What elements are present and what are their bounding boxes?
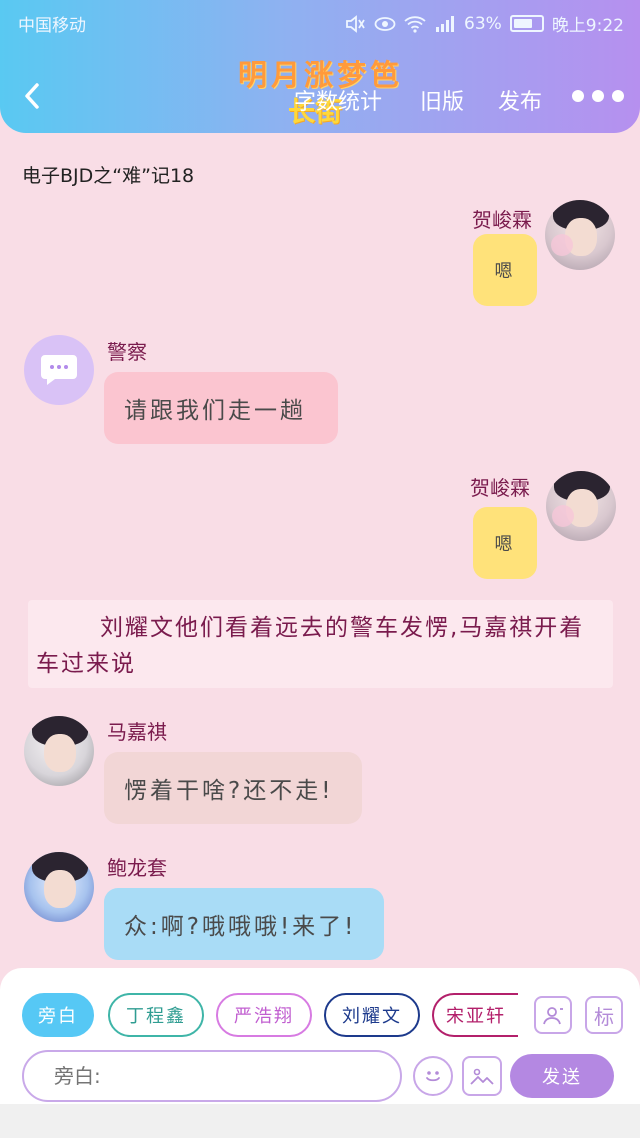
image-button[interactable] [462, 1056, 502, 1096]
more-icon-dot [592, 90, 604, 102]
label-button[interactable]: 标 [585, 996, 623, 1034]
mute-icon [344, 14, 366, 34]
send-button[interactable]: 发送 [510, 1054, 614, 1098]
message-input[interactable] [22, 1050, 402, 1102]
avatar[interactable] [545, 200, 615, 270]
back-button[interactable] [14, 78, 50, 114]
avatar-face [44, 734, 76, 772]
wifi-icon [404, 14, 426, 34]
bottom-strip [0, 1104, 640, 1138]
avatar[interactable] [546, 471, 616, 541]
avatar[interactable] [24, 716, 94, 786]
more-button[interactable] [572, 88, 624, 104]
avatar[interactable] [24, 335, 94, 405]
avatar-face [44, 870, 76, 908]
message-bubble[interactable]: 请跟我们走一趟 [104, 372, 338, 444]
nav-word-count[interactable]: 字数统计 [294, 84, 382, 116]
add-role-button[interactable] [534, 996, 572, 1034]
narration-text: 刘耀文他们看着远去的警车发愣,马嘉祺开着车过来说 [36, 615, 585, 677]
battery-icon [509, 15, 544, 32]
app-header: 中国移动 63% 晚上9:22 明月涨梦笆 长街 字数统计 旧版 发布 [0, 0, 640, 133]
label-button-text: 标 [594, 1004, 614, 1029]
message-sender: 马嘉祺 [107, 720, 167, 744]
avatar[interactable] [24, 852, 94, 922]
nav-old-version[interactable]: 旧版 [420, 84, 464, 116]
status-time: 晚上9:22 [551, 16, 624, 36]
image-icon [470, 1068, 494, 1085]
message-bubble[interactable]: 嗯 [473, 507, 537, 579]
message-sender: 贺峻霖 [472, 208, 532, 232]
nav-publish[interactable]: 发布 [498, 84, 542, 116]
document-title: 电子BJD之“难”记18 [22, 165, 195, 187]
emoji-button[interactable] [413, 1056, 453, 1096]
status-icons: 63% 晚上9:22 [344, 11, 624, 36]
battery-percent: 63% [464, 13, 502, 34]
role-tag-narration[interactable]: 旁白 [22, 993, 94, 1037]
status-bar: 中国移动 63% 晚上9:22 [0, 0, 640, 44]
message-sender: 警察 [107, 340, 147, 364]
carrier-label: 中国移动 [18, 16, 86, 36]
avatar-flower [551, 234, 573, 256]
narration-block[interactable]: 刘耀文他们看着远去的警车发愣,马嘉祺开着车过来说 [28, 600, 613, 688]
more-icon-dot [612, 90, 624, 102]
role-tag[interactable]: 宋亚轩 [432, 993, 518, 1037]
message-bubble[interactable]: 众:啊?哦哦哦!来了! [104, 888, 384, 960]
role-tag[interactable]: 刘耀文 [324, 993, 420, 1037]
signal-icon [434, 14, 456, 34]
message-bubble[interactable]: 嗯 [473, 234, 537, 306]
message-bubble[interactable]: 愣着干啥?还不走! [104, 752, 362, 824]
more-icon [572, 90, 584, 102]
role-tag[interactable]: 严浩翔 [216, 993, 312, 1037]
avatar-flower [552, 505, 574, 527]
message-sender: 贺峻霖 [470, 476, 530, 500]
role-tag[interactable]: 丁程鑫 [108, 993, 204, 1037]
back-icon [25, 83, 39, 109]
message-sender: 鲍龙套 [107, 856, 167, 880]
person-icon [543, 1007, 563, 1025]
chat-bubble-icon [41, 355, 77, 385]
emoji-icon [426, 1071, 440, 1082]
eye-icon [374, 14, 396, 34]
